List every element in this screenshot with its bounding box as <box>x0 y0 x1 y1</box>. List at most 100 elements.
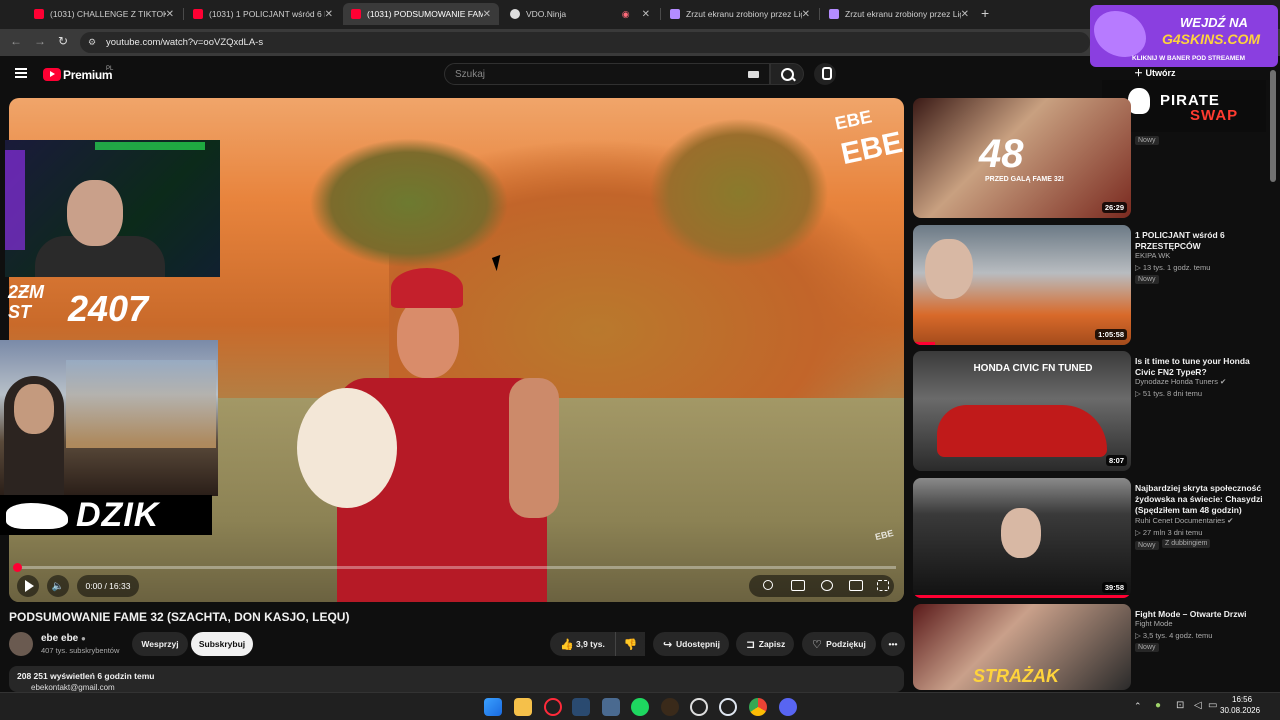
recommendation-title[interactable]: Najbardziej skryta społeczność żydowska … <box>1135 483 1265 516</box>
new-badge: Nowy <box>1135 541 1159 550</box>
tab-zrzut-1[interactable]: Zrzut ekranu zrobiony przez Lig ✕ <box>662 3 818 25</box>
dubbing-badge: Z dubbingiem <box>1162 539 1211 548</box>
steam-icon[interactable] <box>572 698 590 716</box>
watch-progress <box>913 595 1131 598</box>
recommendation-channel[interactable]: Ruhi Cenet Documentaries ✔ <box>1135 516 1233 525</box>
recommendation-title[interactable]: Is it time to tune your Honda Civic FN2 … <box>1135 356 1265 378</box>
more-actions-button[interactable]: ••• <box>881 632 905 656</box>
save-button[interactable]: ⊐ Zapisz <box>736 632 794 656</box>
recommendation-channel[interactable]: EKIPA WK <box>1135 251 1170 260</box>
back-icon[interactable]: ← <box>10 34 22 48</box>
tab-challenge[interactable]: (1031) CHALLENGE Z TIKTOKA ✕ <box>26 3 182 25</box>
video-thumbnail[interactable]: 48 PRZED GALĄ FAME 32! 26:29 <box>913 98 1131 218</box>
g4skins-banner[interactable]: WEJDŹ NA G4SKINS.COM KLIKNIJ W BANER POD… <box>1090 5 1278 67</box>
opera-icon[interactable] <box>544 698 562 716</box>
spotify-icon[interactable] <box>631 698 649 716</box>
close-icon[interactable]: ✕ <box>325 9 333 20</box>
recommendation-item[interactable]: STRAŻAK Fight Mode – Otwarte Drzwi Fight… <box>913 604 1268 690</box>
close-icon[interactable]: ✕ <box>166 9 174 20</box>
microphone-icon[interactable] <box>814 63 836 85</box>
thumbs-down-icon: 👎 <box>623 638 638 651</box>
close-icon[interactable]: ✕ <box>483 9 491 20</box>
tab-policjant[interactable]: (1031) 1 POLICJANT wśród 6 PR ✕ <box>185 3 341 25</box>
ebe-logo: EBE EBE <box>831 106 904 174</box>
thanks-button[interactable]: ♡ Podziękuj <box>802 632 876 656</box>
search-input[interactable]: Szukaj <box>444 63 770 85</box>
boar-icon <box>6 503 68 529</box>
subscribe-button[interactable]: Subskrybuj <box>191 632 253 656</box>
close-icon[interactable]: ✕ <box>802 9 810 20</box>
dzik-banner: DZIK <box>0 495 212 535</box>
clock-date[interactable]: 30.08.2026 <box>1220 706 1260 715</box>
close-icon[interactable]: ✕ <box>642 9 650 20</box>
video-thumbnail[interactable]: 1:05:58 <box>913 225 1131 345</box>
menu-icon[interactable] <box>15 68 27 78</box>
duration-badge: 39:58 <box>1101 582 1127 593</box>
monitor-app-icon[interactable] <box>602 698 620 716</box>
clock-time[interactable]: 16:56 <box>1232 695 1252 704</box>
ad-line-2: G4SKINS.COM <box>1162 31 1261 47</box>
url-field[interactable]: ⚙ youtube.com/watch?v=ooVZQxdLA-s <box>80 32 1090 53</box>
progress-bar[interactable] <box>16 566 896 569</box>
create-button[interactable]: ＋ Utwórz <box>1134 66 1176 79</box>
youtube-logo-icon[interactable] <box>43 68 61 81</box>
network-icon[interactable]: ⊡ <box>1176 700 1184 711</box>
forward-icon[interactable]: → <box>34 34 46 48</box>
youtube-icon <box>351 9 361 19</box>
time-display: 0:00 / 16:33 <box>77 575 139 597</box>
subtitles-icon[interactable] <box>791 580 805 591</box>
recommendation-item[interactable]: 1:05:58 1 POLICJANT wśród 6 PRZESTĘPCÓW … <box>913 225 1268 345</box>
speaker-icon[interactable]: ◁ <box>1194 700 1202 711</box>
tab-podsumowanie[interactable]: (1031) PODSUMOWANIE FAME 3 ✕ <box>343 3 499 25</box>
mic-tray-icon[interactable]: ● <box>1155 700 1161 711</box>
site-info-icon[interactable]: ⚙ <box>88 37 96 48</box>
obs-icon[interactable] <box>690 698 708 716</box>
theater-mode-icon[interactable] <box>849 580 863 591</box>
like-count: 3,9 tys. <box>576 639 605 649</box>
support-button[interactable]: Wesprzyj <box>132 632 188 656</box>
ccleaner-icon[interactable] <box>719 698 737 716</box>
file-explorer-icon[interactable] <box>514 698 532 716</box>
play-button[interactable] <box>17 575 39 597</box>
video-thumbnail[interactable]: HONDA CIVIC FN TUNED 8:07 <box>913 351 1131 471</box>
page-scrollbar[interactable] <box>1270 70 1276 182</box>
ad-line-1: WEJDŹ NA <box>1180 15 1248 30</box>
recommendation-channel[interactable]: Dynodaze Honda Tuners ✔ <box>1135 377 1226 386</box>
volume-icon[interactable]: 🔈 <box>47 575 69 597</box>
video-thumbnail[interactable]: STRAŻAK <box>913 604 1131 690</box>
chrome-icon[interactable] <box>749 698 767 716</box>
video-thumbnail[interactable]: 39:58 <box>913 478 1131 598</box>
progress-handle[interactable] <box>13 563 22 572</box>
pause-autoplay-icon[interactable] <box>763 580 773 590</box>
windows-start-icon[interactable] <box>484 698 502 716</box>
recommendation-item[interactable]: HONDA CIVIC FN TUNED 8:07 Is it time to … <box>913 351 1268 471</box>
tab-zrzut-2[interactable]: Zrzut ekranu zrobiony przez Lig ✕ <box>821 3 977 25</box>
share-button[interactable]: ↪ Udostępnij <box>653 632 729 656</box>
youtube-icon <box>193 9 203 19</box>
app-icon[interactable] <box>661 698 679 716</box>
tab-vdo-ninja[interactable]: VDO.Ninja ◉ ✕ <box>502 3 658 25</box>
reload-icon[interactable]: ↻ <box>58 34 68 48</box>
recommendation-title[interactable]: 1 POLICJANT wśród 6 PRZESTĘPCÓW <box>1135 230 1265 252</box>
fullscreen-icon[interactable] <box>877 580 889 591</box>
tab-title: VDO.Ninja <box>526 9 567 19</box>
channel-name[interactable]: ebe ebe ● <box>41 633 86 644</box>
description-box[interactable]: 208 251 wyświetleń 6 godzin temu ebekont… <box>9 666 904 692</box>
duration-badge: 8:07 <box>1105 455 1127 466</box>
search-button[interactable] <box>770 63 804 85</box>
close-icon[interactable]: ✕ <box>961 9 969 20</box>
lightshot-icon <box>829 9 839 19</box>
keyboard-icon[interactable] <box>748 71 759 78</box>
channel-avatar[interactable] <box>9 632 33 656</box>
youtube-brand[interactable]: Premium <box>63 68 113 82</box>
tray-chevron-icon[interactable]: ⌃ <box>1134 701 1142 712</box>
dislike-button[interactable]: 👎 <box>615 632 645 656</box>
settings-icon[interactable] <box>821 580 833 591</box>
discord-icon[interactable] <box>779 698 797 716</box>
recommendation-channel[interactable]: Fight Mode <box>1135 619 1173 628</box>
new-tab-button[interactable]: + <box>981 5 989 21</box>
recommendation-item[interactable]: 39:58 Najbardziej skryta społeczność żyd… <box>913 478 1268 598</box>
battery-icon[interactable]: ▭ <box>1208 700 1217 711</box>
thumbnail-face <box>925 239 973 299</box>
recommendation-item[interactable]: 48 PRZED GALĄ FAME 32! 26:29 Nowy <box>913 98 1268 218</box>
